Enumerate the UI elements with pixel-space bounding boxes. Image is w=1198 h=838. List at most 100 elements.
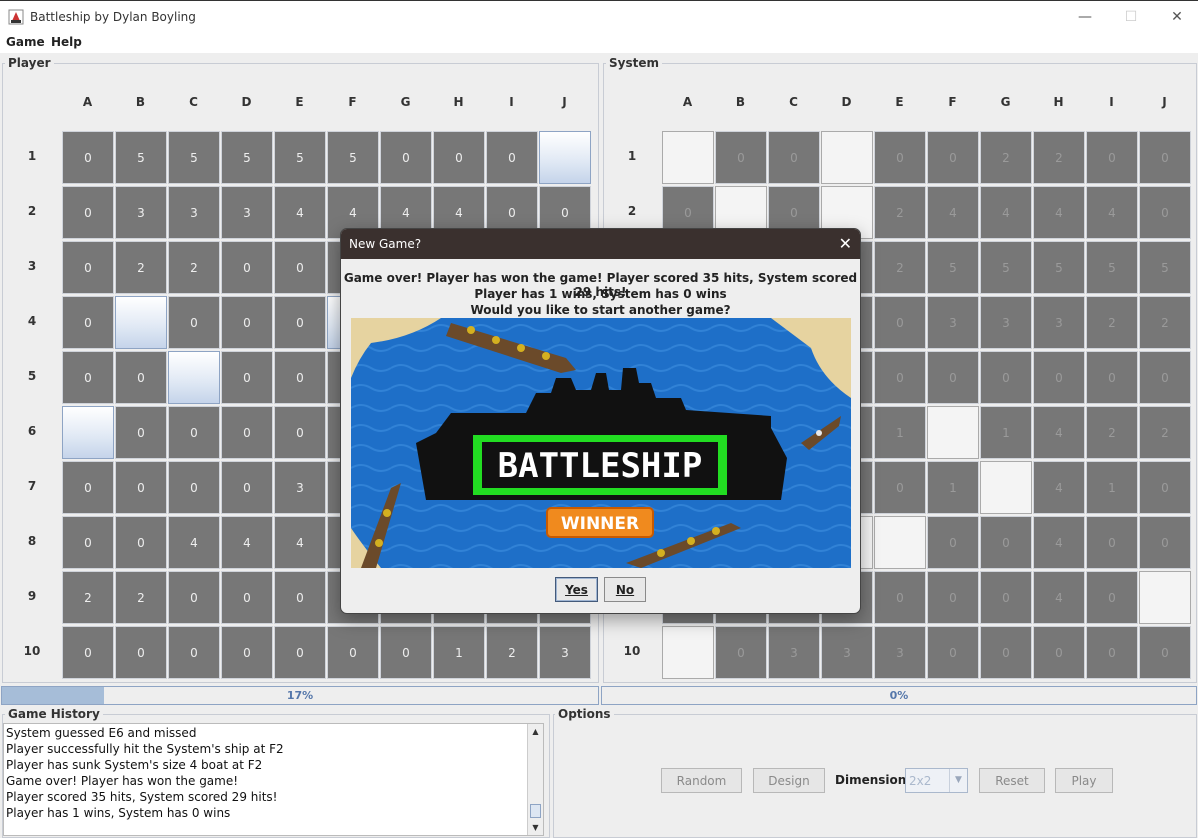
play-button[interactable]: Play: [1055, 768, 1113, 793]
board-cell[interactable]: 5: [115, 131, 167, 184]
board-cell[interactable]: 0: [486, 131, 538, 184]
board-cell[interactable]: 3: [221, 186, 273, 239]
board-cell[interactable]: 5: [274, 131, 326, 184]
board-cell[interactable]: 0: [715, 626, 767, 679]
dialog-close-icon[interactable]: ✕: [839, 234, 852, 253]
board-cell[interactable]: 0: [874, 131, 926, 184]
board-cell[interactable]: 2: [874, 241, 926, 294]
scroll-down-icon[interactable]: ▼: [528, 820, 543, 835]
board-cell[interactable]: [62, 406, 114, 459]
board-cell[interactable]: 0: [62, 626, 114, 679]
board-cell[interactable]: 2: [486, 626, 538, 679]
history-scrollbar[interactable]: ▲ ▼: [527, 724, 543, 835]
board-cell[interactable]: 0: [1139, 626, 1191, 679]
board-cell[interactable]: 0: [1139, 131, 1191, 184]
board-cell[interactable]: 0: [221, 406, 273, 459]
board-cell[interactable]: 0: [874, 296, 926, 349]
board-cell[interactable]: 0: [1033, 351, 1085, 404]
board-cell[interactable]: 0: [980, 571, 1032, 624]
board-cell[interactable]: 3: [980, 296, 1032, 349]
board-cell[interactable]: 2: [1086, 406, 1138, 459]
board-cell[interactable]: 0: [221, 296, 273, 349]
reset-button[interactable]: Reset: [979, 768, 1045, 793]
board-cell[interactable]: 0: [433, 131, 485, 184]
board-cell[interactable]: 3: [115, 186, 167, 239]
menu-game[interactable]: Game: [6, 35, 45, 49]
board-cell[interactable]: 3: [1033, 296, 1085, 349]
menu-help[interactable]: Help: [51, 35, 82, 49]
board-cell[interactable]: 2: [874, 186, 926, 239]
board-cell[interactable]: 5: [221, 131, 273, 184]
yes-button[interactable]: Yes: [555, 577, 598, 602]
board-cell[interactable]: 0: [980, 351, 1032, 404]
board-cell[interactable]: 3: [874, 626, 926, 679]
board-cell[interactable]: 2: [115, 241, 167, 294]
board-cell[interactable]: [821, 131, 873, 184]
board-cell[interactable]: 0: [168, 296, 220, 349]
board-cell[interactable]: 4: [1086, 186, 1138, 239]
board-cell[interactable]: 0: [380, 626, 432, 679]
board-cell[interactable]: 0: [927, 626, 979, 679]
board-cell[interactable]: 0: [1086, 626, 1138, 679]
board-cell[interactable]: 0: [62, 296, 114, 349]
board-cell[interactable]: 0: [168, 571, 220, 624]
board-cell[interactable]: 0: [1139, 461, 1191, 514]
board-cell[interactable]: 5: [980, 241, 1032, 294]
board-cell[interactable]: 4: [1033, 571, 1085, 624]
board-cell[interactable]: [115, 296, 167, 349]
board-cell[interactable]: 5: [168, 131, 220, 184]
board-cell[interactable]: 0: [115, 626, 167, 679]
board-cell[interactable]: 0: [768, 131, 820, 184]
board-cell[interactable]: 0: [1086, 351, 1138, 404]
board-cell[interactable]: 0: [115, 406, 167, 459]
no-button[interactable]: No: [604, 577, 646, 602]
scroll-thumb[interactable]: [530, 804, 541, 818]
board-cell[interactable]: 4: [980, 186, 1032, 239]
board-cell[interactable]: 3: [168, 186, 220, 239]
board-cell[interactable]: [662, 626, 714, 679]
board-cell[interactable]: [539, 131, 591, 184]
board-cell[interactable]: 0: [274, 296, 326, 349]
board-cell[interactable]: 0: [715, 131, 767, 184]
board-cell[interactable]: 0: [62, 516, 114, 569]
board-cell[interactable]: 4: [274, 186, 326, 239]
board-cell[interactable]: 3: [768, 626, 820, 679]
board-cell[interactable]: 0: [927, 131, 979, 184]
minimize-button[interactable]: —: [1062, 1, 1108, 33]
board-cell[interactable]: 0: [1033, 626, 1085, 679]
board-cell[interactable]: 0: [1086, 571, 1138, 624]
board-cell[interactable]: 5: [1033, 241, 1085, 294]
board-cell[interactable]: 2: [980, 131, 1032, 184]
board-cell[interactable]: 4: [1033, 186, 1085, 239]
board-cell[interactable]: 4: [927, 186, 979, 239]
board-cell[interactable]: 4: [168, 516, 220, 569]
board-cell[interactable]: 1: [433, 626, 485, 679]
board-cell[interactable]: 5: [327, 131, 379, 184]
board-cell[interactable]: 5: [1139, 241, 1191, 294]
board-cell[interactable]: 3: [539, 626, 591, 679]
design-button[interactable]: Design: [753, 768, 825, 793]
board-cell[interactable]: 4: [221, 516, 273, 569]
board-cell[interactable]: 5: [927, 241, 979, 294]
board-cell[interactable]: [874, 516, 926, 569]
board-cell[interactable]: 0: [927, 571, 979, 624]
board-cell[interactable]: 0: [274, 241, 326, 294]
board-cell[interactable]: 0: [168, 626, 220, 679]
board-cell[interactable]: 2: [1086, 296, 1138, 349]
board-cell[interactable]: 0: [221, 461, 273, 514]
board-cell[interactable]: 0: [1086, 131, 1138, 184]
board-cell[interactable]: 1: [980, 406, 1032, 459]
board-cell[interactable]: 0: [274, 406, 326, 459]
board-cell[interactable]: 1: [1086, 461, 1138, 514]
board-cell[interactable]: 3: [927, 296, 979, 349]
board-cell[interactable]: 0: [115, 461, 167, 514]
board-cell[interactable]: 0: [274, 626, 326, 679]
board-cell[interactable]: 3: [274, 461, 326, 514]
board-cell[interactable]: 0: [62, 351, 114, 404]
board-cell[interactable]: 0: [274, 571, 326, 624]
board-cell[interactable]: 0: [115, 351, 167, 404]
board-cell[interactable]: 0: [380, 131, 432, 184]
board-cell[interactable]: 0: [62, 241, 114, 294]
board-cell[interactable]: 4: [1033, 406, 1085, 459]
board-cell[interactable]: 0: [1139, 351, 1191, 404]
